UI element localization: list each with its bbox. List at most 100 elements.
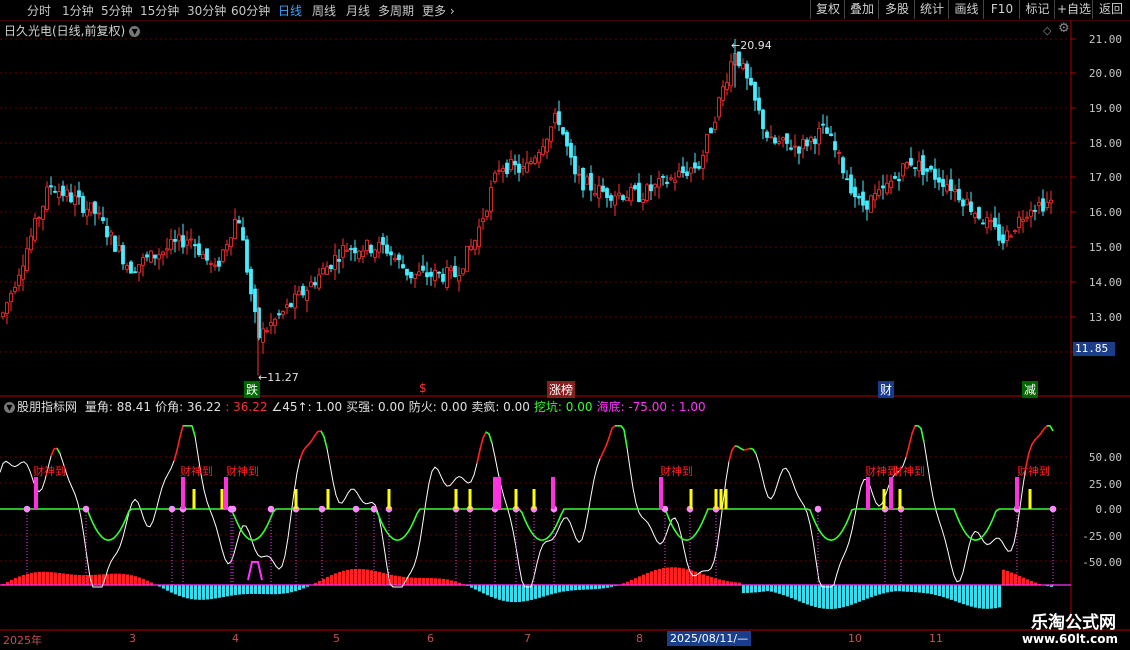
peak-segment (311, 434, 316, 441)
volume-bar (42, 571, 45, 585)
signal-dot (814, 505, 822, 513)
volume-bar (878, 585, 881, 595)
volume-bar (582, 585, 585, 590)
candle-body (897, 178, 901, 182)
signal-cai[interactable]: 财 (878, 381, 895, 398)
candle-body (993, 217, 997, 227)
peak-segment (1028, 443, 1033, 453)
volume-bar (946, 585, 949, 599)
candle-body (453, 265, 457, 277)
event-label: 财神到 (1017, 465, 1050, 478)
candle-body (837, 152, 841, 155)
candle-body (413, 273, 417, 279)
candle-body (737, 51, 741, 67)
candle-body (201, 254, 205, 259)
kline-chart[interactable] (0, 0, 1130, 650)
candle-body (865, 200, 869, 210)
volume-bar (518, 585, 521, 602)
yellow-bar (719, 489, 723, 509)
indicator-tick: 25.00 (1088, 478, 1122, 491)
volume-bar (854, 585, 857, 604)
candle-body (65, 189, 69, 197)
candle-body (549, 126, 553, 142)
peak-segment (308, 439, 313, 445)
volume-bar (474, 585, 477, 590)
candle-body (177, 234, 181, 242)
volume-bar (578, 585, 581, 590)
candle-body (905, 161, 909, 169)
candle-body (785, 133, 789, 144)
candle-body (873, 193, 877, 201)
volume-bar (586, 585, 589, 590)
candle-body (281, 311, 285, 315)
volume-bar (438, 578, 441, 585)
volume-bar (218, 585, 221, 598)
candle-body (89, 202, 93, 213)
candle-body (105, 225, 109, 238)
candle-body (1001, 234, 1005, 244)
candle-body (181, 235, 185, 248)
volume-bar (174, 585, 177, 595)
indicator-name[interactable]: 股朋指标网 (17, 400, 77, 414)
candle-body (625, 197, 629, 202)
volume-bar (78, 574, 81, 585)
volume-bar (486, 585, 489, 596)
volume-bar (22, 574, 25, 585)
candle-body (637, 182, 641, 202)
candle-body (561, 127, 565, 135)
volume-bar (922, 585, 925, 593)
volume-bar (830, 585, 833, 609)
volume-bar (498, 585, 501, 600)
candle-body (481, 218, 485, 222)
signal-jian[interactable]: 减 (1022, 381, 1039, 398)
volume-bar (110, 573, 113, 585)
volume-bar (378, 571, 381, 585)
volume-bar (762, 585, 765, 592)
price-tick: 15.00 (1088, 241, 1122, 254)
yellow-bar (220, 489, 224, 509)
peak-segment (608, 428, 613, 439)
candle-body (457, 275, 461, 282)
candle-body (85, 208, 89, 217)
volume-bar (782, 585, 785, 596)
candle-body (653, 183, 657, 188)
volume-bar (1026, 579, 1029, 585)
volume-bar (718, 579, 721, 585)
candle-body (309, 281, 313, 288)
candle-body (473, 240, 477, 250)
candle-body (205, 248, 209, 261)
peak-segment (299, 450, 304, 460)
volume-bar (274, 585, 277, 595)
volume-bar (442, 578, 445, 585)
volume-bar (502, 585, 505, 601)
volume-bar (126, 574, 129, 585)
signal-dollar[interactable]: $ (417, 381, 429, 395)
peak-segment (1043, 425, 1048, 430)
date-tick: 6 (427, 632, 434, 645)
yellow-bar (468, 489, 472, 509)
signal-dot (267, 505, 275, 513)
volume-bar (434, 578, 437, 585)
candle-body (629, 187, 633, 202)
candle-body (405, 268, 409, 276)
volume-bar (770, 585, 773, 592)
volume-bar (382, 572, 385, 585)
signal-zhangbang[interactable]: 涨榜 (547, 381, 576, 398)
candle-body (485, 210, 489, 217)
signal-die[interactable]: 跌 (244, 381, 261, 398)
yellow-bar (387, 489, 391, 509)
candle-body (337, 258, 341, 262)
yellow-bar (689, 489, 693, 509)
indicator-value-9: : 1.00 (671, 400, 706, 414)
volume-bar (370, 570, 373, 585)
price-tick: 14.00 (1088, 276, 1122, 289)
candle-body (49, 185, 53, 188)
volume-bar (226, 585, 229, 597)
volume-bar (810, 585, 813, 606)
chevron-down-icon[interactable]: ▼ (4, 402, 15, 413)
candle-body (397, 254, 401, 261)
candle-body (237, 220, 241, 224)
volume-bar (534, 585, 537, 599)
volume-bar (266, 585, 269, 595)
candle-body (9, 292, 13, 303)
